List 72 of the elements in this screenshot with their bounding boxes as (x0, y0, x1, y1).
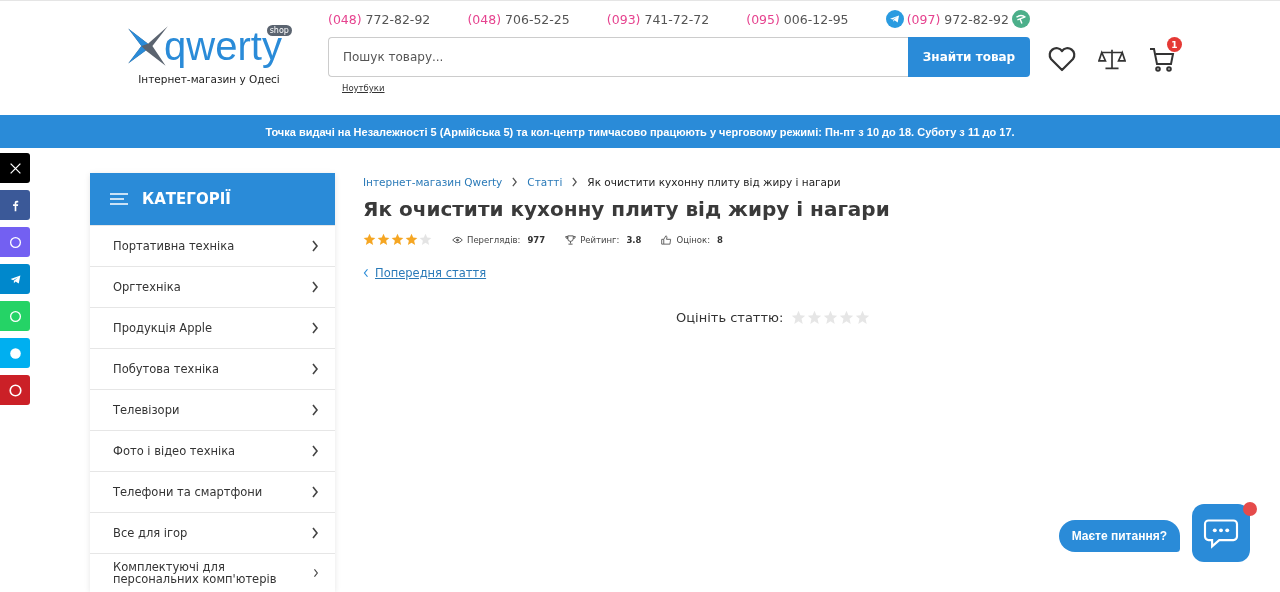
chevron-icon (363, 268, 369, 278)
star-icon (377, 233, 390, 246)
logo-tagline: Інтернет-магазин у Одесі (138, 73, 280, 85)
search-hint-link[interactable]: Ноутбуки (342, 83, 385, 93)
category-item[interactable]: Комплектуючі для персональних комп'ютерів (90, 553, 335, 592)
category-item[interactable]: Побутова техніка (90, 348, 335, 389)
chevron-icon (311, 527, 319, 539)
rating-star-icon[interactable] (807, 310, 823, 325)
chevron-icon (511, 177, 519, 187)
eye-icon (452, 234, 463, 245)
category-item[interactable]: Телевізори (90, 389, 335, 430)
notice-banner: Точка видачі на Незалежності 5 (Армійська 5) та кол-центр тимчасово працюють у черговому режимі: Пн-пт з 10 до 18. Суботу з 11 до 17. (0, 115, 1280, 148)
x-icon (8, 161, 22, 175)
trophy-icon (565, 234, 577, 245)
stat-label: Рейтинг: (580, 234, 620, 245)
chevron-icon (311, 486, 319, 498)
stat-value: 3.8 (626, 234, 642, 245)
category-item[interactable]: Продукція Apple (90, 307, 335, 348)
stat-label: Переглядів: (467, 234, 521, 245)
rating-star-icon[interactable] (839, 310, 855, 325)
chevron-icon (311, 445, 319, 457)
chevron-icon (311, 322, 319, 334)
chevron-icon (311, 363, 319, 375)
menu-icon (110, 193, 128, 205)
heart-icon[interactable] (1048, 45, 1076, 73)
cart-count-badge: 1 (1167, 37, 1182, 52)
telegram-icon[interactable] (885, 10, 904, 28)
phone-number[interactable]: (048) 772-82-92 (328, 11, 431, 27)
phone-number[interactable]: (048) 706-52-25 (467, 11, 570, 27)
stat-label: Оцінок: (676, 234, 711, 245)
chevron-icon (571, 177, 579, 187)
thumbs-up-icon (661, 234, 673, 245)
chevron-icon (311, 240, 319, 252)
star-icon (391, 233, 404, 246)
rating-star-icon[interactable] (855, 310, 871, 325)
site-logo[interactable]: qwertyshop (126, 21, 292, 71)
chevron-icon (311, 281, 319, 293)
chat-icon (1203, 517, 1239, 549)
chat-prompt[interactable]: Маєте питання? (1058, 520, 1180, 552)
stat-value: 8 (717, 234, 723, 245)
previous-article-link[interactable]: Попередня стаття (363, 266, 487, 280)
article-title: Як очистити кухонну плиту від жиру і нагари (363, 197, 890, 221)
rating-star-icon[interactable] (823, 310, 839, 325)
viber-share-button[interactable] (0, 227, 30, 257)
search-button[interactable]: Знайти товар (908, 37, 1030, 77)
category-item[interactable]: Все для ігор (90, 512, 335, 553)
categories-header[interactable]: КАТЕГОРІЇ (90, 173, 335, 225)
x-share-button[interactable] (0, 153, 30, 183)
star-icon (419, 233, 432, 246)
skype-share-button[interactable] (0, 338, 30, 368)
chevron-icon (311, 404, 319, 416)
phone-number[interactable]: (093) 741-72-72 (606, 11, 710, 27)
phone-number[interactable]: (095) 006-12-95 (746, 11, 849, 27)
phone-number[interactable]: (097) 972-82-92 (906, 11, 1009, 27)
facebook-share-button[interactable] (0, 190, 30, 220)
breadcrumb-link[interactable]: Інтернет-магазин Qwerty (363, 176, 503, 188)
rating-star-icon[interactable] (791, 310, 807, 325)
category-item[interactable]: Портативна техніка (90, 225, 335, 266)
breadcrumb-link[interactable]: Статті (527, 176, 563, 188)
star-icon (363, 233, 376, 246)
pinterest-share-button[interactable] (0, 375, 30, 405)
telegram-share-button[interactable] (0, 264, 30, 294)
category-item[interactable]: Фото і відео техніка (90, 430, 335, 471)
category-item[interactable]: Телефони та смартфони (90, 471, 335, 512)
breadcrumb-current: Як очистити кухонну плиту від жиру і нагари (587, 176, 841, 188)
search-field[interactable]: Пошук товару... (328, 37, 908, 77)
stat-value: 977 (527, 234, 546, 245)
rate-label: Оцініть статтю: (676, 310, 784, 325)
chat-button[interactable] (1192, 504, 1250, 562)
star-icon (405, 233, 418, 246)
chevron-icon (313, 567, 319, 579)
category-item[interactable]: Оргтехніка (90, 266, 335, 307)
